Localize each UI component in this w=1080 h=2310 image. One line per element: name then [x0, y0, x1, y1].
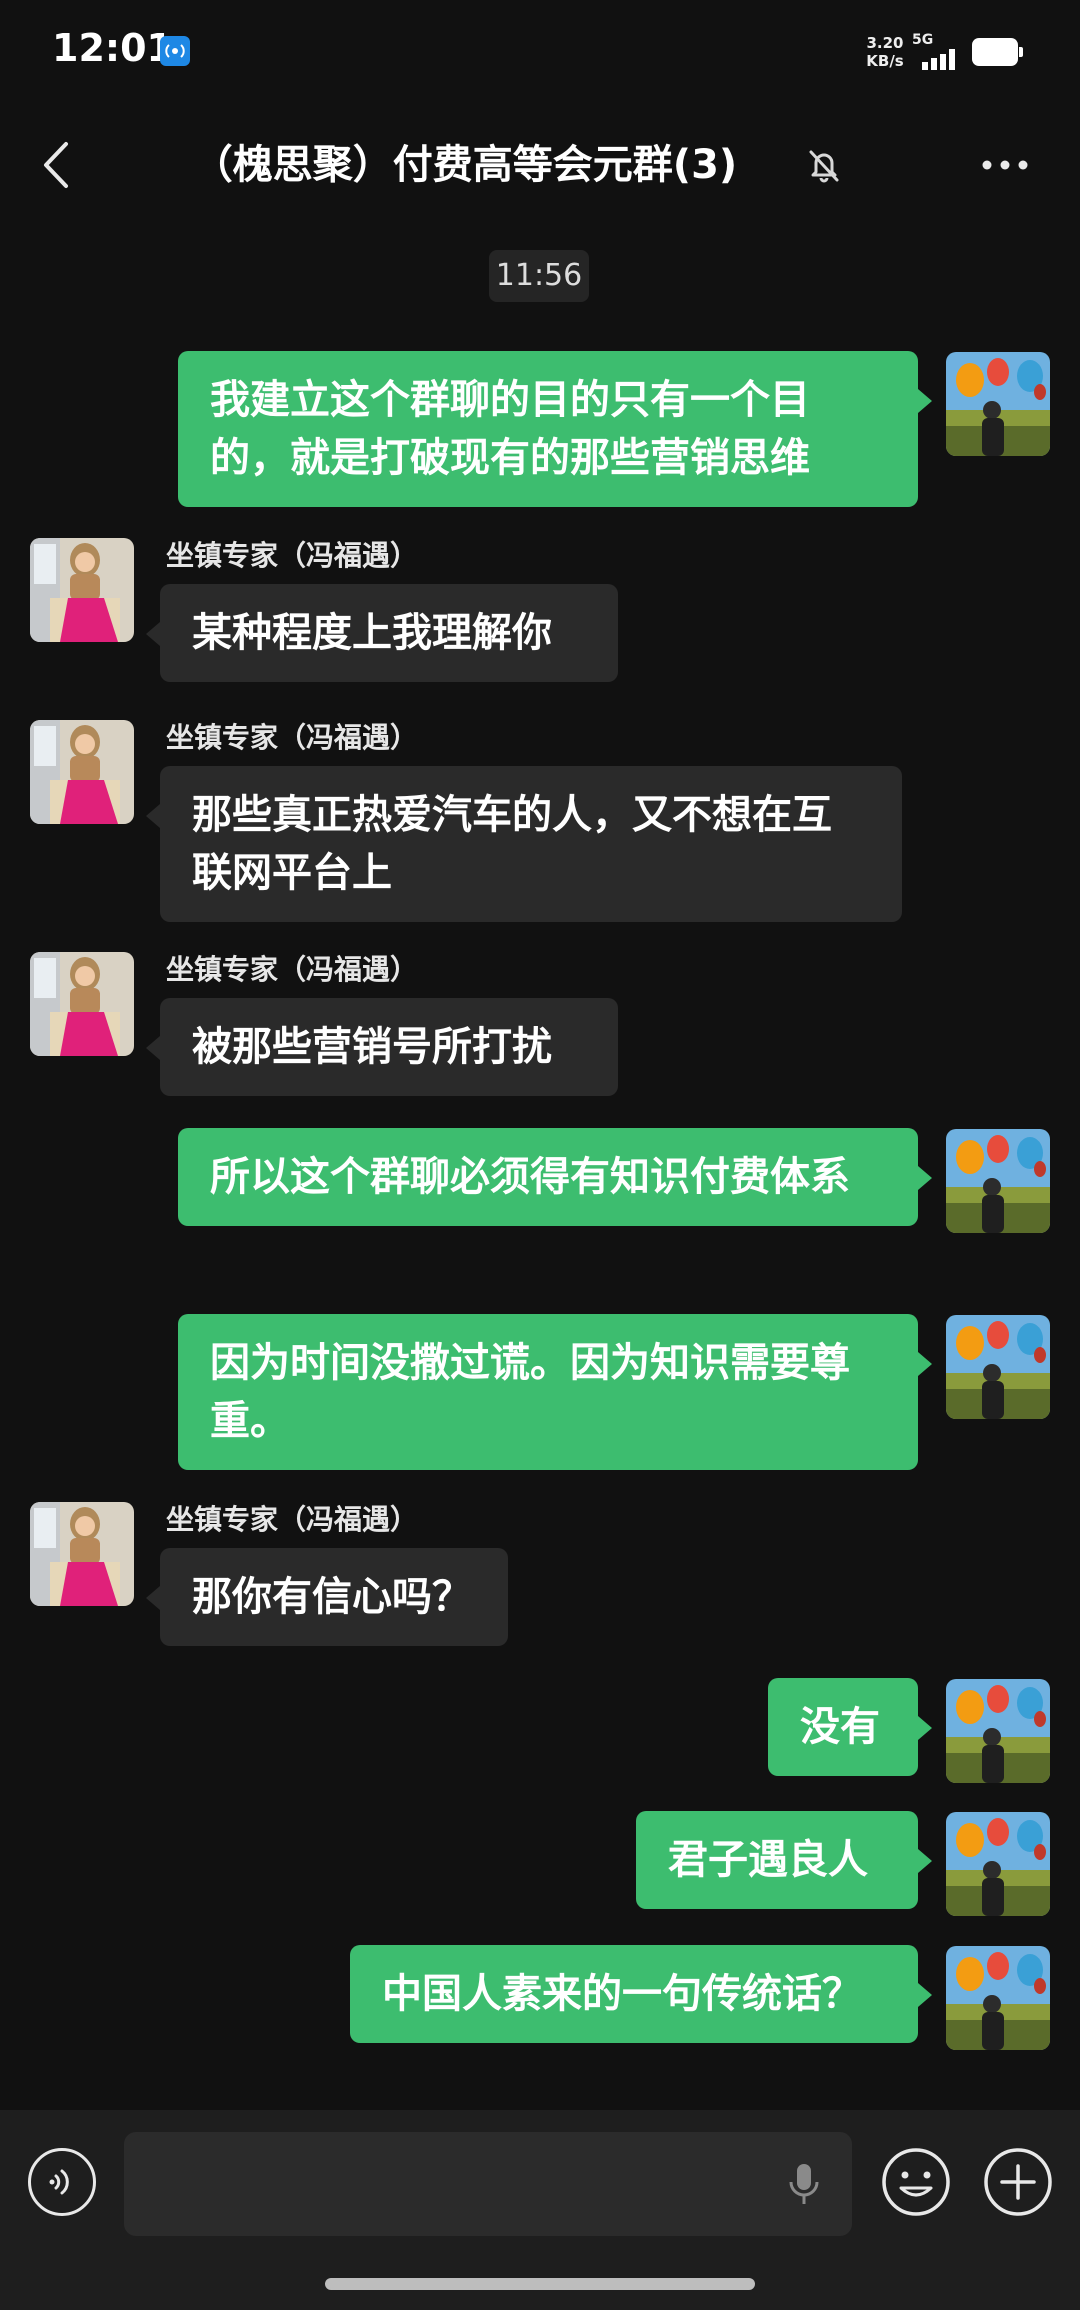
- voice-waves-icon: [49, 2169, 69, 2195]
- self-avatar[interactable]: [946, 1315, 1050, 1419]
- self-avatar[interactable]: [946, 1812, 1050, 1916]
- plus-circle-icon: [984, 2148, 1052, 2216]
- message-timestamp: 11:56: [489, 250, 589, 302]
- message-input[interactable]: [124, 2132, 852, 2236]
- emoji-button[interactable]: [880, 2146, 952, 2218]
- status-time: 12:01: [52, 26, 173, 70]
- sender-avatar[interactable]: [30, 1502, 134, 1606]
- sender-name: 坐镇专家（冯福遇）: [166, 1503, 419, 1536]
- status-bar: 12:01 3.20 KB/s 5G: [0, 0, 1080, 110]
- outgoing-message-bubble[interactable]: 我建立这个群聊的目的只有一个目的，就是打破现有的那些营销思维: [178, 351, 932, 507]
- self-avatar[interactable]: [946, 1679, 1050, 1783]
- incoming-message-bubble[interactable]: 那些真正热爱汽车的人，又不想在互联网平台上: [146, 766, 902, 922]
- voice-input-button[interactable]: [28, 2148, 96, 2216]
- hotspot-icon: [160, 36, 190, 66]
- chat-title[interactable]: （槐思聚）付费高等会元群(3): [100, 130, 830, 200]
- sender-avatar[interactable]: [30, 538, 134, 642]
- microphone-icon[interactable]: [786, 2160, 822, 2210]
- incoming-message-bubble[interactable]: 那你有信心吗？: [146, 1548, 508, 1646]
- sender-name: 坐镇专家（冯福遇）: [166, 721, 419, 754]
- incoming-message-bubble[interactable]: 某种程度上我理解你: [146, 584, 618, 682]
- network-type: 5G: [912, 32, 934, 48]
- net-speed-unit: KB/s: [866, 52, 904, 70]
- sender-avatar[interactable]: [30, 720, 134, 824]
- self-avatar[interactable]: [946, 352, 1050, 456]
- signal-icon: 5G: [912, 32, 966, 72]
- smiley-icon: [882, 2148, 950, 2216]
- message-list[interactable]: 11:56 我建立这个群聊的目的只有一个目的，就是打破现有的那些营销思维 坐镇专…: [0, 220, 1080, 2110]
- home-indicator[interactable]: [325, 2278, 755, 2290]
- sender-name: 坐镇专家（冯福遇）: [166, 953, 419, 986]
- net-speed-value: 3.20: [866, 34, 904, 52]
- outgoing-message-bubble[interactable]: 所以这个群聊必须得有知识付费体系: [178, 1128, 932, 1226]
- more-dots-icon: [982, 160, 1028, 170]
- self-avatar[interactable]: [946, 1129, 1050, 1233]
- sender-avatar[interactable]: [30, 952, 134, 1056]
- input-bar: [0, 2110, 1080, 2310]
- chat-header: （槐思聚）付费高等会元群(3): [0, 110, 1080, 220]
- self-avatar[interactable]: [946, 1946, 1050, 2050]
- outgoing-message-bubble[interactable]: 没有: [768, 1678, 932, 1776]
- net-speed: 3.20 KB/s: [860, 34, 910, 70]
- incoming-message-bubble[interactable]: 被那些营销号所打扰: [146, 998, 618, 1096]
- bell-off-icon: [803, 144, 845, 186]
- battery-icon: [972, 38, 1024, 66]
- plus-button[interactable]: [982, 2146, 1054, 2218]
- chevron-left-icon: [44, 142, 68, 188]
- sender-name: 坐镇专家（冯福遇）: [166, 539, 419, 572]
- outgoing-message-bubble[interactable]: 君子遇良人: [636, 1811, 932, 1909]
- outgoing-message-bubble[interactable]: 中国人素来的一句传统话？: [350, 1945, 932, 2043]
- more-button[interactable]: [975, 140, 1035, 190]
- outgoing-message-bubble[interactable]: 因为时间没撒过谎。因为知识需要尊重。: [178, 1314, 932, 1470]
- back-button[interactable]: [30, 130, 90, 200]
